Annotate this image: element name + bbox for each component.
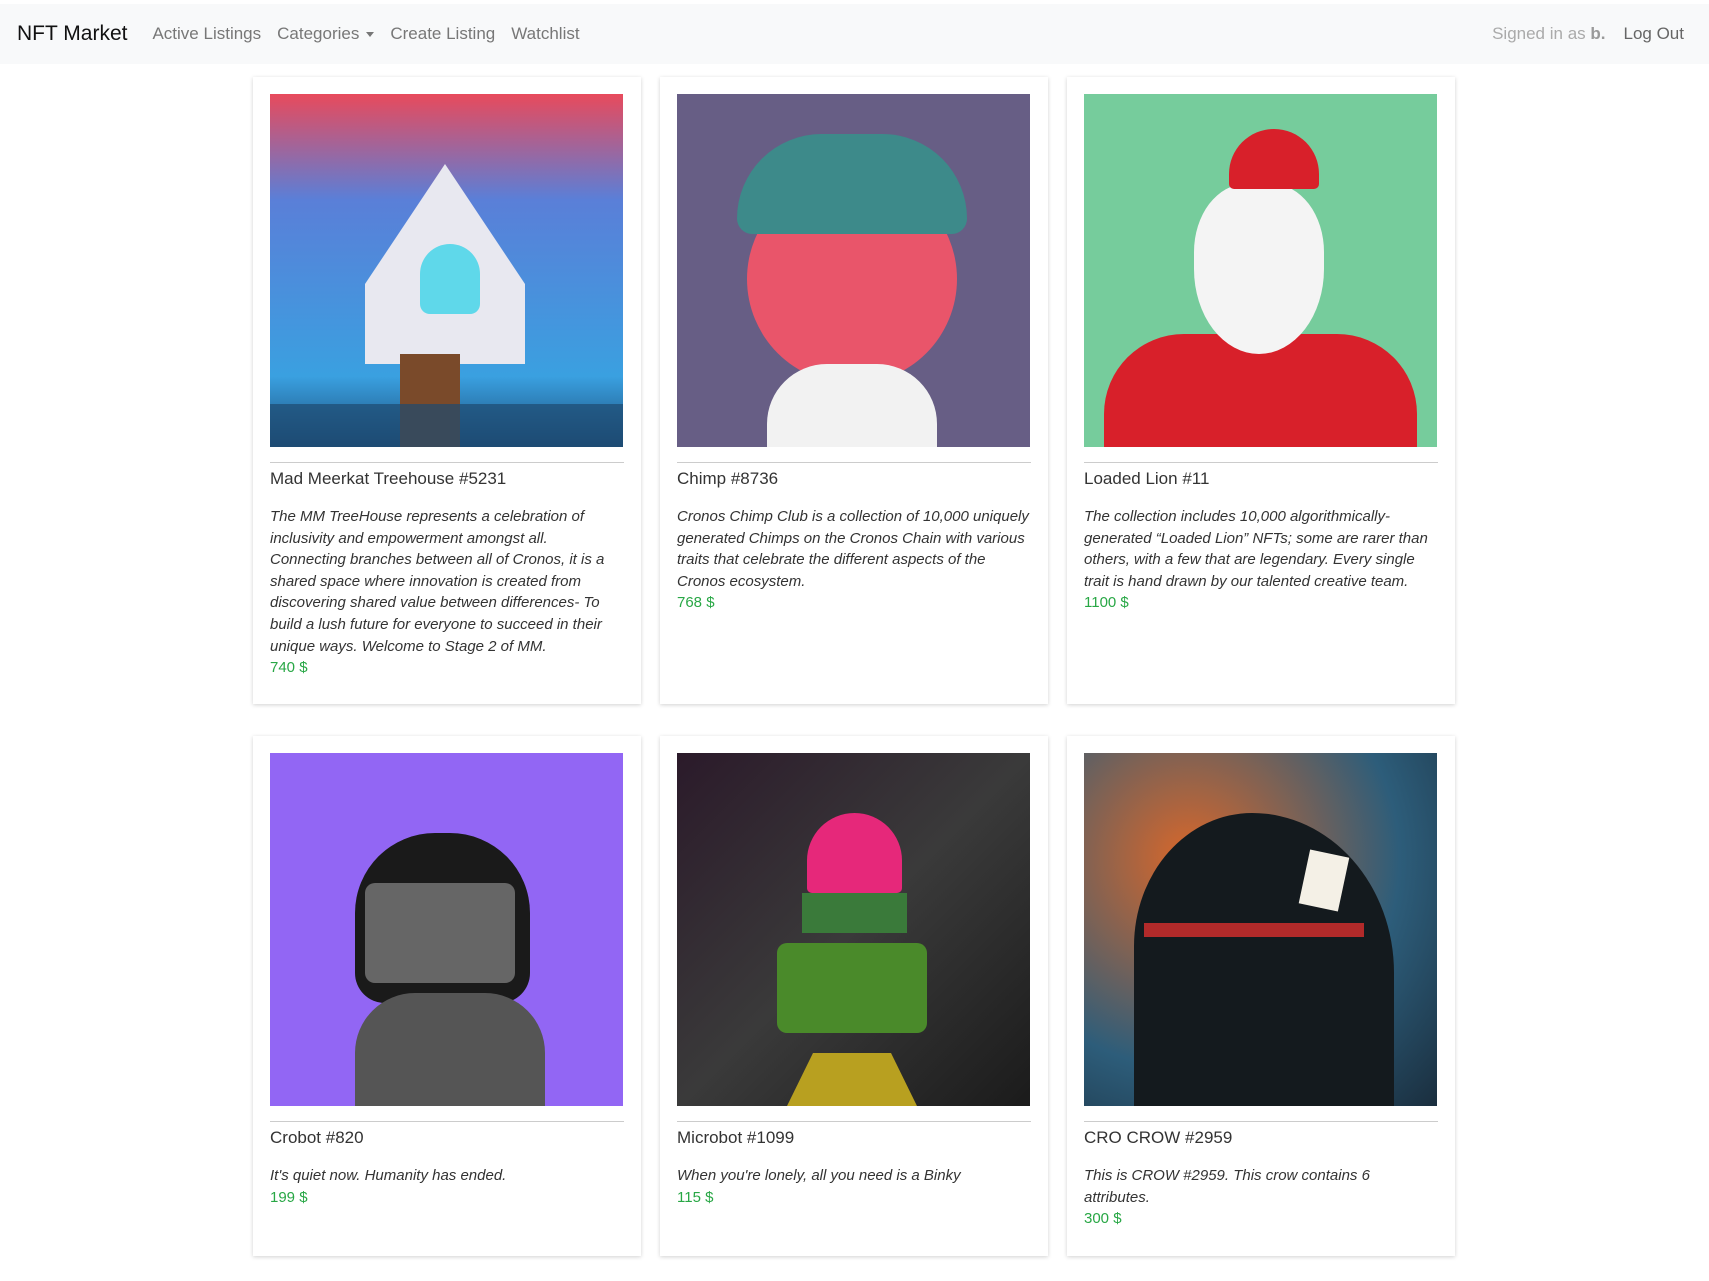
nav-active-listings[interactable]: Active Listings <box>152 24 261 44</box>
listing-title[interactable]: Crobot #820 <box>270 1128 624 1148</box>
listing-title[interactable]: CRO CROW #2959 <box>1084 1128 1438 1148</box>
divider <box>1084 462 1438 463</box>
listing-price: 768 $ <box>677 594 715 612</box>
listing-title[interactable]: Chimp #8736 <box>677 469 1031 489</box>
listing-card[interactable]: Chimp #8736 Cronos Chimp Club is a colle… <box>660 77 1048 704</box>
listing-price: 740 $ <box>270 659 308 677</box>
username: b. <box>1590 24 1606 43</box>
nav-categories-label: Categories <box>277 24 360 43</box>
listing-price: 300 $ <box>1084 1210 1122 1228</box>
listing-card[interactable]: Microbot #1099 When you're lonely, all y… <box>660 736 1048 1256</box>
listings-grid: Mad Meerkat Treehouse #5231 The MM TreeH… <box>253 77 1455 1256</box>
nft-image-treehouse[interactable] <box>270 94 623 447</box>
nav-watchlist[interactable]: Watchlist <box>511 24 579 44</box>
caret-down-icon <box>366 32 375 38</box>
signed-in-text: Signed in as b. <box>1492 24 1606 43</box>
listing-description: Cronos Chimp Club is a collection of 10,… <box>677 508 1029 590</box>
listing-description: When you're lonely, all you need is a Bi… <box>677 1167 961 1184</box>
listing-card[interactable]: Loaded Lion #11 The collection includes … <box>1067 77 1455 704</box>
divider <box>677 1121 1031 1122</box>
divider <box>1084 1121 1438 1122</box>
nft-image-crobot[interactable] <box>270 753 623 1106</box>
listing-card[interactable]: Mad Meerkat Treehouse #5231 The MM TreeH… <box>253 77 641 704</box>
navbar: NFT Market Active Listings Categories Cr… <box>0 4 1709 64</box>
listing-price: 199 $ <box>270 1188 308 1206</box>
nft-image-microbot[interactable] <box>677 753 1030 1106</box>
listing-description: The collection includes 10,000 algorithm… <box>1084 508 1428 590</box>
brand-link[interactable]: NFT Market <box>17 22 127 46</box>
nav-categories-dropdown[interactable]: Categories <box>277 24 375 44</box>
listing-description: This is CROW #2959. This crow contains 6… <box>1084 1167 1370 1206</box>
listing-title[interactable]: Mad Meerkat Treehouse #5231 <box>270 469 624 489</box>
listing-title[interactable]: Loaded Lion #11 <box>1084 469 1438 489</box>
divider <box>677 462 1031 463</box>
listing-price: 115 $ <box>677 1188 714 1206</box>
listing-card[interactable]: Crobot #820 It's quiet now. Humanity has… <box>253 736 641 1256</box>
nft-image-crow[interactable] <box>1084 753 1437 1106</box>
nft-image-lion[interactable] <box>1084 94 1437 447</box>
nft-image-chimp[interactable] <box>677 94 1030 447</box>
listing-price: 1100 $ <box>1084 594 1129 612</box>
divider <box>270 1121 624 1122</box>
listing-description: It's quiet now. Humanity has ended. <box>270 1167 507 1184</box>
listing-description: The MM TreeHouse represents a celebratio… <box>270 508 605 655</box>
listing-card[interactable]: CRO CROW #2959 This is CROW #2959. This … <box>1067 736 1455 1256</box>
logout-link[interactable]: Log Out <box>1624 24 1685 44</box>
listing-title[interactable]: Microbot #1099 <box>677 1128 1031 1148</box>
divider <box>270 462 624 463</box>
nav-create-listing[interactable]: Create Listing <box>390 24 495 44</box>
